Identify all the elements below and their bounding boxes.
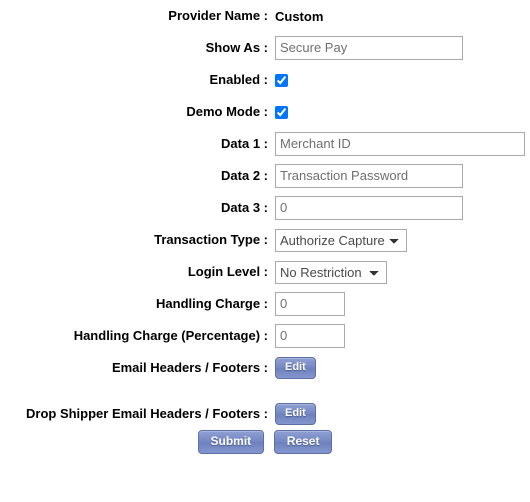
- label-handling-charge: Handling Charge :: [156, 296, 268, 311]
- form-row-show-as: Show As :: [0, 32, 530, 64]
- label-email-headers-footers: Email Headers / Footers :: [111, 360, 268, 375]
- field-provider-name: Custom: [275, 0, 530, 32]
- handling-charge-input[interactable]: [275, 292, 345, 316]
- field-login-level: No Restriction: [275, 256, 530, 288]
- field-handling-charge-percentage: [275, 320, 530, 352]
- submit-button[interactable]: Submit: [197, 430, 265, 454]
- field-data-1: [275, 128, 530, 160]
- form-row-data-3: Data 3 :: [0, 192, 530, 224]
- form-actions-row: Submit Reset: [0, 430, 530, 454]
- label-handling-charge-percentage: Handling Charge (Percentage) :: [73, 328, 268, 343]
- form-row-handling-charge-percentage: Handling Charge (Percentage) :: [0, 320, 530, 352]
- field-data-3: [275, 192, 530, 224]
- field-transaction-type: Authorize Capture: [275, 224, 530, 256]
- provider-name-value: Custom: [275, 8, 324, 24]
- label-provider-name: Provider Name :: [168, 8, 268, 23]
- spacer-cell-right: [275, 384, 530, 398]
- data-3-input[interactable]: [275, 196, 463, 220]
- field-data-2: [275, 160, 530, 192]
- label-enabled: Enabled :: [209, 72, 268, 87]
- form-row-data-1: Data 1 :: [0, 128, 530, 160]
- label-data-2: Data 2 :: [221, 168, 268, 183]
- field-enabled: [275, 64, 530, 96]
- field-email-headers-footers: Edit: [275, 352, 530, 384]
- label-show-as: Show As :: [205, 40, 268, 55]
- row-spacer: [0, 384, 530, 398]
- form-row-data-2: Data 2 :: [0, 160, 530, 192]
- transaction-type-select[interactable]: Authorize Capture: [275, 228, 407, 252]
- form-row-email-headers-footers: Email Headers / Footers : Edit: [0, 352, 530, 384]
- login-level-select[interactable]: No Restriction: [275, 260, 387, 284]
- form-row-drop-shipper-email-headers-footers: Drop Shipper Email Headers / Footers : E…: [0, 398, 530, 430]
- form-row-handling-charge: Handling Charge :: [0, 288, 530, 320]
- label-data-1: Data 1 :: [221, 136, 268, 151]
- form-row-login-level: Login Level : No Restriction: [0, 256, 530, 288]
- form-actions: Submit Reset: [0, 430, 530, 454]
- form-row-enabled: Enabled :: [0, 64, 530, 96]
- field-handling-charge: [275, 288, 530, 320]
- enabled-checkbox[interactable]: [275, 73, 288, 87]
- email-headers-footers-edit-button[interactable]: Edit: [275, 357, 316, 379]
- field-drop-shipper-email-headers-footers: Edit: [275, 398, 530, 430]
- form-row-provider-name: Provider Name : Custom: [0, 0, 530, 32]
- payment-provider-form: Provider Name : Custom Show As : Enabled…: [0, 0, 530, 454]
- data-2-input[interactable]: [275, 164, 463, 188]
- drop-shipper-email-headers-footers-edit-button[interactable]: Edit: [275, 403, 316, 425]
- field-show-as: [275, 32, 530, 64]
- form-row-demo-mode: Demo Mode :: [0, 96, 530, 128]
- label-demo-mode: Demo Mode :: [186, 104, 268, 119]
- field-demo-mode: [275, 96, 530, 128]
- label-drop-shipper-email-headers-footers: Drop Shipper Email Headers / Footers :: [26, 406, 268, 421]
- data-1-input[interactable]: [275, 132, 525, 156]
- label-login-level: Login Level :: [187, 264, 268, 279]
- show-as-input[interactable]: [275, 36, 463, 60]
- demo-mode-checkbox[interactable]: [275, 105, 288, 119]
- spacer-cell-left: [0, 384, 275, 398]
- handling-charge-percentage-input[interactable]: [275, 324, 345, 348]
- form-row-transaction-type: Transaction Type : Authorize Capture: [0, 224, 530, 256]
- label-data-3: Data 3 :: [221, 200, 268, 215]
- reset-button[interactable]: Reset: [273, 430, 333, 454]
- label-transaction-type: Transaction Type :: [154, 232, 268, 247]
